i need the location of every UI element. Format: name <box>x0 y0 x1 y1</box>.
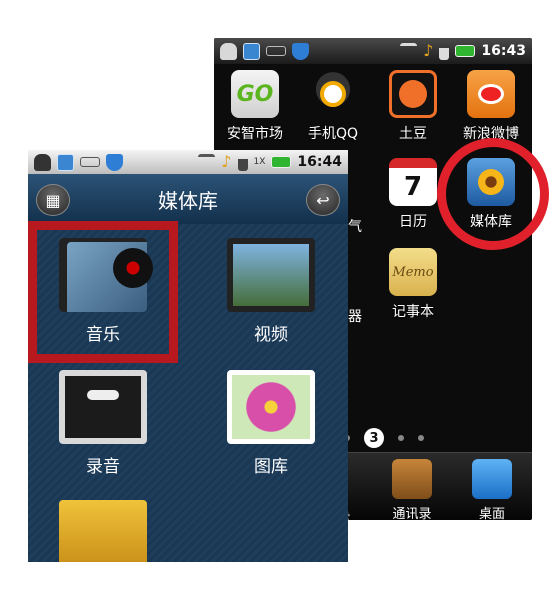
partial-app-label: 器 <box>348 309 362 325</box>
media-item-video[interactable]: 视频 <box>196 238 346 345</box>
shield-icon <box>292 42 309 60</box>
media-item-gallery[interactable]: 图库 <box>196 370 346 477</box>
music-note-icon: ♪ <box>423 40 434 60</box>
cassette-tape-icon <box>59 370 147 444</box>
dock-home[interactable]: 桌面 <box>452 459 532 520</box>
usb-icon <box>80 157 100 167</box>
back-arrow-icon: ↩ <box>316 190 330 210</box>
bag-text: GO <box>236 81 274 107</box>
dock-label: 桌面 <box>478 507 505 520</box>
app-anzhi-market[interactable]: GO 安智市场 <box>216 70 294 143</box>
stage: ♪ 16:43 GO 安智市场 手机QQ 土豆 新浪微博 气 7 日历 媒体库 … <box>0 0 560 603</box>
sync-box-icon <box>59 500 147 562</box>
battery-icon <box>271 156 292 168</box>
music-note-icon: ♪ <box>221 151 232 171</box>
memo-icon: Memo <box>389 248 437 296</box>
signal-text: 1X <box>253 157 266 167</box>
app-label: 手机QQ <box>307 126 359 142</box>
page-indicator[interactable]: 3 <box>344 428 424 448</box>
shopping-bag-icon: GO <box>231 70 279 118</box>
grid-icon: ▦ <box>45 190 61 210</box>
page-title: 媒体库 <box>158 188 218 213</box>
usb-icon <box>266 46 286 56</box>
highlight-box <box>28 221 178 363</box>
status-time: 16:43 <box>481 43 526 59</box>
memo-text: Memo <box>392 264 434 280</box>
app-mobile-qq[interactable]: 手机QQ <box>294 70 372 143</box>
signal-icon <box>237 153 248 171</box>
page-dot[interactable] <box>418 435 424 441</box>
m-notification-icon <box>57 153 74 171</box>
calendar-icon: 7 <box>389 158 437 206</box>
contacts-book-icon <box>392 459 432 499</box>
flower-photo-icon <box>227 370 315 444</box>
current-page[interactable]: 3 <box>364 428 384 448</box>
wifi-icon <box>198 153 216 171</box>
app-label: 土豆 <box>399 126 427 142</box>
android-icon <box>220 42 237 60</box>
app-label: 安智市场 <box>227 126 283 142</box>
status-bar: ♪ 1X 16:44 <box>28 150 348 174</box>
wifi-icon <box>400 42 418 60</box>
calendar-day: 7 <box>403 172 423 202</box>
app-tudou[interactable]: 土豆 <box>374 70 452 143</box>
app-notepad[interactable]: Memo 记事本 <box>374 248 452 321</box>
battery-icon <box>455 45 476 57</box>
title-bar: ▦ 媒体库 ↩ <box>28 174 348 224</box>
tudou-icon <box>389 70 437 118</box>
status-bar: ♪ 16:43 <box>214 38 532 64</box>
dock-contacts[interactable]: 通讯录 <box>372 459 452 520</box>
media-item-more[interactable] <box>28 500 178 562</box>
m-notification-icon <box>243 42 260 60</box>
page-dot[interactable] <box>398 435 404 441</box>
app-sina-weibo[interactable]: 新浪微博 <box>452 70 530 143</box>
status-time: 16:44 <box>297 154 342 170</box>
app-label: 记事本 <box>392 304 434 320</box>
partial-app-label: 气 <box>348 219 362 235</box>
weibo-icon <box>467 70 515 118</box>
signal-icon <box>439 42 450 60</box>
media-item-label: 视频 <box>254 325 288 345</box>
grid-menu-button[interactable]: ▦ <box>36 184 70 216</box>
dock-label: 通讯录 <box>392 507 432 520</box>
home-icon <box>472 459 512 499</box>
media-item-recording[interactable]: 录音 <box>28 370 178 477</box>
back-button[interactable]: ↩ <box>306 184 340 216</box>
film-strip-icon <box>227 238 315 312</box>
media-item-label: 图库 <box>254 457 288 477</box>
android-icon <box>34 153 51 171</box>
media-item-label: 录音 <box>86 457 120 477</box>
shield-icon <box>106 153 123 171</box>
highlight-circle <box>437 138 549 250</box>
penguin-icon <box>309 70 357 118</box>
